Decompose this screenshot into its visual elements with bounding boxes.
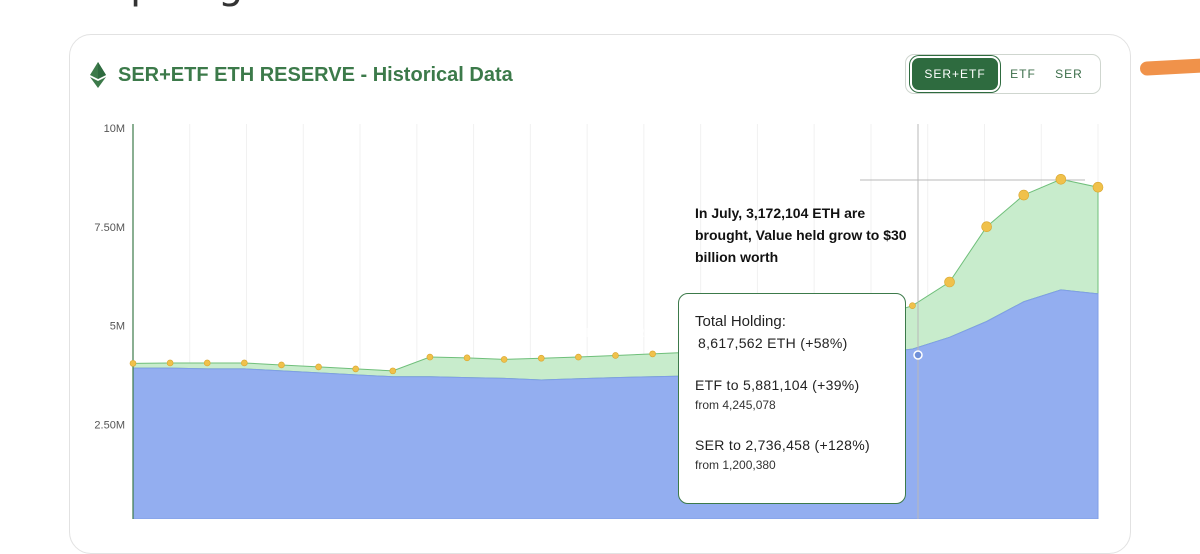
purchase-marker <box>426 353 434 361</box>
watermark: STRATEGICETHRESERVE <box>484 325 666 340</box>
purchase-marker <box>315 363 322 371</box>
purchase-marker <box>203 359 211 367</box>
purchase-marker <box>352 365 359 373</box>
purchase-marker <box>1092 181 1104 193</box>
purchase-marker <box>612 352 619 359</box>
area-chart: 10M 7.50M 5M 2.50M <box>94 123 1104 519</box>
purchase-marker <box>500 356 508 363</box>
y-tick-label: 5M <box>110 321 125 333</box>
chart-annotation: In July, 3,172,104 ETH are brought, Valu… <box>695 205 907 265</box>
purchase-marker <box>241 359 248 367</box>
purchase-marker <box>389 367 397 375</box>
hover-tooltip: Total Holding: 8,617,562 ETH (+58%) ETF … <box>678 293 906 504</box>
purchase-marker <box>575 353 582 361</box>
purchase-marker <box>463 354 471 362</box>
purchase-marker <box>537 354 545 362</box>
purchase-marker <box>981 221 992 232</box>
purchase-marker <box>909 302 916 310</box>
tooltip-etf-from: from 4,245,078 <box>695 398 776 412</box>
tooltip-ser-line: SER to 2,736,458 (+128%) <box>695 437 870 453</box>
purchase-marker <box>649 350 656 358</box>
y-tick-label: 7.50M <box>94 222 125 234</box>
purchase-marker <box>166 359 174 367</box>
purchase-marker <box>944 276 955 288</box>
purchase-marker <box>1018 189 1030 201</box>
tooltip-total-value: 8,617,562 ETH (+58%) <box>698 335 848 351</box>
purchase-marker <box>1055 174 1067 185</box>
y-axis-ticks: 10M 7.50M 5M 2.50M <box>94 123 125 431</box>
hover-point <box>913 350 923 360</box>
y-tick-label: 10M <box>104 123 125 135</box>
tooltip-etf-line: ETF to 5,881,104 (+39%) <box>695 377 860 393</box>
tooltip-ser-from: from 1,200,380 <box>695 458 776 472</box>
y-tick-label: 2.50M <box>94 419 125 431</box>
purchase-marker <box>278 361 285 369</box>
purchase-marker <box>129 360 137 367</box>
tooltip-total-label: Total Holding: <box>695 313 786 330</box>
